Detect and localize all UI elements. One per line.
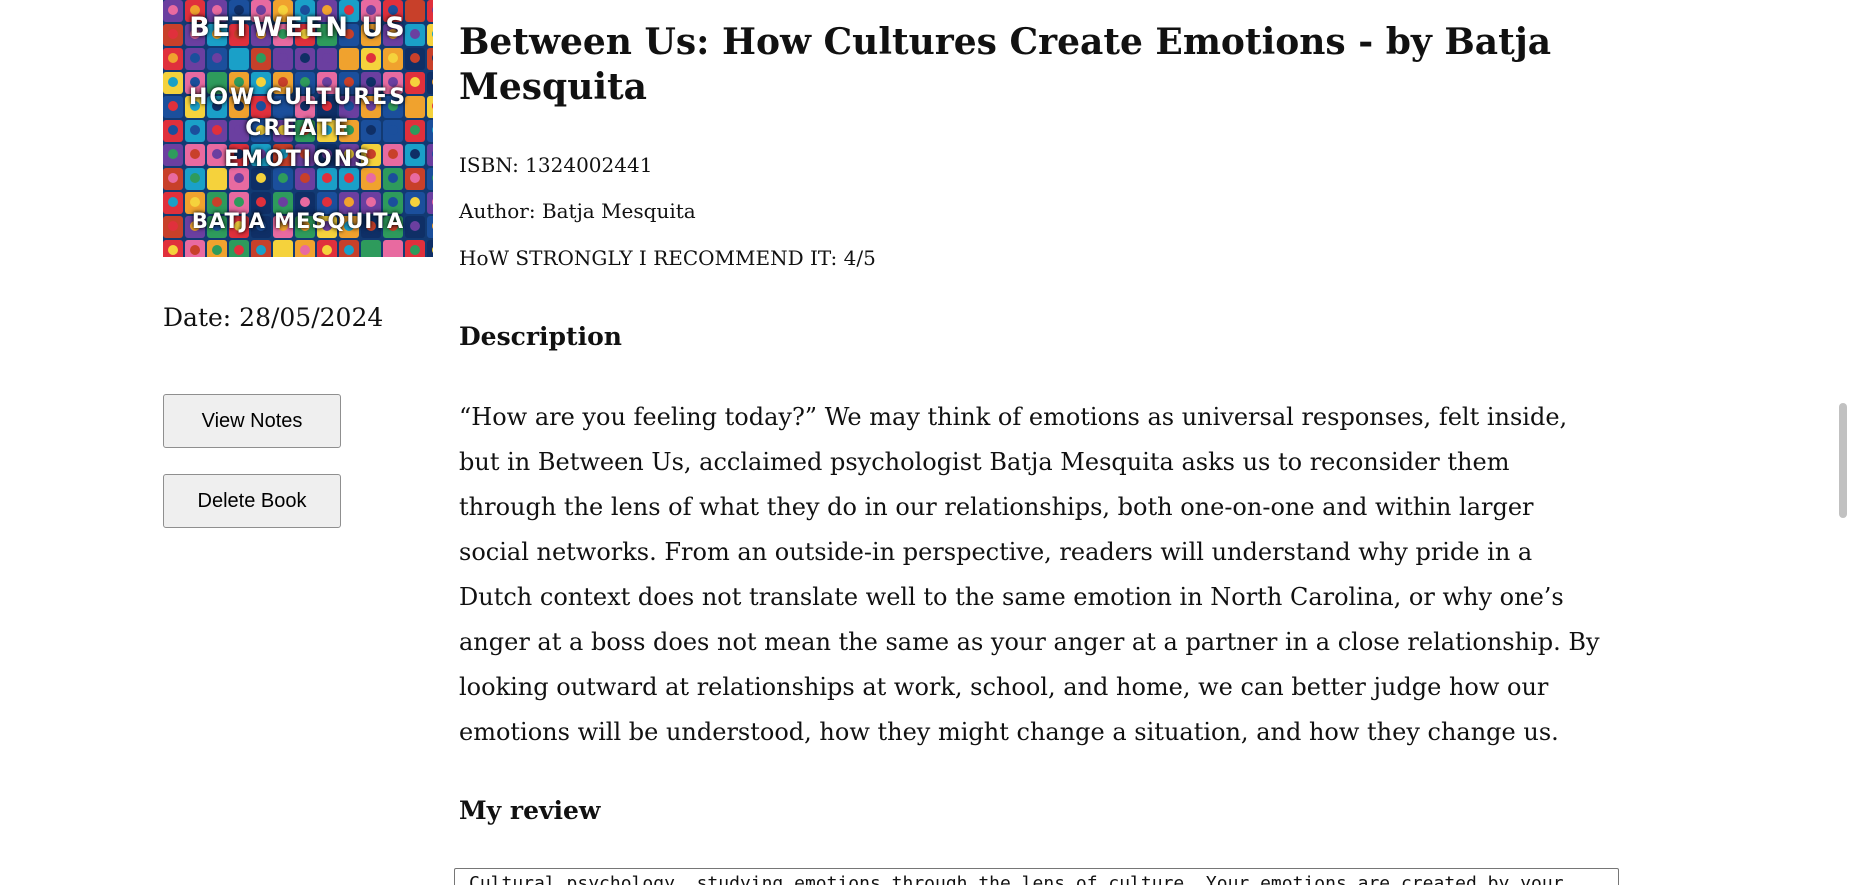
cover-face-shape (366, 197, 376, 207)
cover-face-shape (388, 53, 398, 63)
cover-face-shape (278, 53, 288, 63)
description-heading: Description (459, 322, 622, 351)
cover-face-shape (212, 53, 222, 63)
cover-face-shape (344, 53, 354, 63)
cover-title: BETWEEN US (189, 12, 407, 43)
book-rating: HoW STRONGLY I RECOMMEND IT: 4/5 (459, 246, 876, 270)
cover-face-shape (256, 53, 266, 63)
cover-face-shape (322, 53, 332, 63)
cover-tile (427, 240, 433, 257)
cover-face-shape (234, 245, 244, 255)
cover-face-shape (388, 245, 398, 255)
cover-face-shape (212, 197, 222, 207)
cover-face-shape (344, 245, 354, 255)
cover-face-shape (322, 197, 332, 207)
cover-face-shape (212, 245, 222, 255)
cover-face-shape (234, 53, 244, 63)
cover-face-shape (190, 53, 200, 63)
cover-face-shape (300, 197, 310, 207)
cover-face-shape (322, 245, 332, 255)
cover-face-shape (168, 197, 178, 207)
review-heading: My review (459, 796, 601, 825)
cover-subtitle-line: HOW CULTURES (188, 85, 408, 110)
description-text: “How are you feeling today?” We may thin… (459, 403, 1600, 746)
book-isbn: ISBN: 1324002441 (459, 153, 653, 177)
cover-face-shape (366, 53, 376, 63)
cover-face-shape (278, 197, 288, 207)
cover-subtitle-line: EMOTIONS (224, 147, 372, 172)
cover-face-shape (234, 197, 244, 207)
cover-face-shape (366, 245, 376, 255)
cover-face-shape (168, 53, 178, 63)
delete-book-button[interactable]: Delete Book (163, 474, 341, 528)
cover-face-shape (344, 197, 354, 207)
cover-face-shape (410, 53, 420, 63)
review-textarea[interactable]: Cultural psychology, studying emotions t… (454, 868, 1619, 885)
book-date: Date: 28/05/2024 (163, 303, 384, 332)
cover-face-shape (410, 197, 420, 207)
book-sidebar: BETWEEN US HOW CULTURES CREATE EMOTIONS … (163, 0, 433, 528)
cover-face-shape (256, 197, 266, 207)
cover-face-shape (168, 245, 178, 255)
cover-author: BATJA MESQUITA (191, 209, 405, 233)
cover-face-shape (300, 53, 310, 63)
cover-face-shape (300, 245, 310, 255)
book-title: Between Us: How Cultures Create Emotions… (459, 21, 1552, 108)
book-author: Author: Batja Mesquita (459, 199, 696, 223)
cover-face-shape (278, 245, 288, 255)
cover-face-shape (256, 245, 266, 255)
cover-face-shape (388, 197, 398, 207)
page-scrollbar[interactable] (1835, 0, 1850, 885)
cover-face-shape (190, 245, 200, 255)
view-notes-button[interactable]: View Notes (163, 394, 341, 448)
cover-subtitle-line: CREATE (245, 116, 351, 141)
cover-subtitle: HOW CULTURES CREATE EMOTIONS (163, 82, 433, 175)
cover-face-shape (410, 245, 420, 255)
cover-face-shape (190, 197, 200, 207)
cover-tile (427, 48, 433, 70)
book-cover-image: BETWEEN US HOW CULTURES CREATE EMOTIONS … (163, 0, 433, 257)
scrollbar-thumb[interactable] (1839, 403, 1847, 518)
